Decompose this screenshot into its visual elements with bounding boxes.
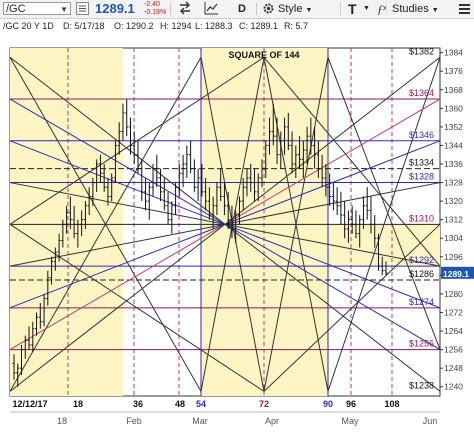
grid-menu-icon[interactable] — [76, 2, 89, 20]
price-level-label: $1328 — [409, 172, 434, 182]
bar-low: L: 1288.3 — [195, 21, 233, 31]
chevron-down-icon: ▼ — [431, 7, 439, 14]
chevron-down-icon[interactable]: ▼ — [363, 0, 370, 18]
studies-button[interactable]: Studies ▼ — [392, 0, 439, 18]
divider — [256, 3, 257, 15]
bar-count-label: 48 — [175, 399, 185, 409]
price-level-label: $1364 — [409, 88, 434, 98]
y-tick-label: 1264 — [444, 326, 463, 336]
chevron-down-icon: ▼ — [305, 7, 313, 14]
price-level-label: $1346 — [409, 130, 434, 140]
divider — [170, 3, 171, 15]
y-tick-label: 1280 — [444, 289, 463, 299]
bar-count-label: 12/12/17 — [12, 399, 47, 409]
price-level-label: $1382 — [409, 46, 434, 56]
y-tick-label: 1328 — [444, 178, 463, 188]
bar-close: C: 1289.1 — [239, 21, 279, 31]
y-tick-label: 1360 — [444, 103, 463, 113]
text-tool-button[interactable]: T — [348, 0, 357, 18]
y-tick-label: 1376 — [444, 66, 463, 76]
chart-title: /GC 20 Y 1D — [3, 21, 54, 31]
chart-toolbar: /GC ▼ 1289.1 -2.40 -0.19% D Style ▼ T ▼ ƒx… — [0, 0, 474, 19]
more-icon[interactable] — [458, 2, 471, 20]
month-label: Apr — [265, 416, 279, 426]
chart-icon[interactable] — [204, 1, 219, 19]
price-level-label: $1238 — [409, 380, 434, 390]
price-level-label: $1286 — [409, 269, 434, 279]
y-tick-label: 1384 — [444, 48, 463, 58]
last-price: 1289.1 — [95, 1, 135, 16]
ohlc-info-bar: /GC 20 Y 1D D: 5/17/18 O: 1290.2 H: 1294… — [0, 19, 474, 33]
bar-date: D: 5/17/18 — [63, 21, 105, 31]
bar-count-label: 36 — [133, 399, 143, 409]
compare-icon[interactable] — [178, 1, 192, 19]
last-price-tag-label: 1289.1 — [443, 269, 469, 279]
y-tick-label: 1240 — [444, 382, 463, 392]
symbol-field[interactable]: /GC ▼ — [3, 2, 71, 15]
svg-text:x: x — [383, 5, 387, 12]
y-tick-label: 1272 — [444, 307, 463, 317]
style-button[interactable]: Style ▼ — [278, 0, 312, 18]
bar-count-label: 18 — [73, 399, 83, 409]
chart-canvas[interactable]: SQUARE OF 144 $1382 $1364 $1346 $1334 $1328 $1… — [0, 33, 474, 429]
y-tick-label: 1336 — [444, 159, 463, 169]
y-tick-label: 1256 — [444, 345, 463, 355]
divider — [340, 3, 341, 15]
price-change-pct: -0.19% — [144, 9, 167, 16]
studies-icon[interactable]: ƒx — [376, 2, 389, 20]
style-label: Style — [278, 3, 303, 15]
price-level-label: $1334 — [409, 158, 434, 168]
bar-count-label: 96 — [346, 399, 356, 409]
y-tick-label: 1312 — [444, 215, 463, 225]
y-tick-label: 1352 — [444, 122, 463, 132]
y-tick-label: 1304 — [444, 233, 463, 243]
y-tick-label: 1368 — [444, 85, 463, 95]
interval-button[interactable]: D — [238, 0, 246, 18]
studies-label: Studies — [392, 3, 429, 15]
month-label: Mar — [192, 416, 208, 426]
month-label: Jun — [423, 416, 438, 426]
square-title: SQUARE OF 144 — [228, 50, 299, 60]
bar-range: R: 5.7 — [284, 21, 309, 31]
style-gear-icon[interactable] — [262, 2, 275, 20]
y-tick-label: 1296 — [444, 252, 463, 262]
month-label: Feb — [126, 416, 142, 426]
price-change-abs: -2.40 — [144, 1, 160, 8]
price-chart[interactable]: SQUARE OF 144 $1382 $1364 $1346 $1334 $1328 $1… — [0, 33, 474, 429]
price-level-label: $1274 — [409, 297, 434, 307]
month-label: 18 — [57, 416, 67, 426]
y-tick-label: 1344 — [444, 140, 463, 150]
bar-count-label: 108 — [384, 399, 399, 409]
chevron-down-icon[interactable]: ▼ — [60, 3, 68, 16]
bar-count-label: 90 — [323, 399, 333, 409]
y-tick-label: 1248 — [444, 363, 463, 373]
price-level-label: $1256 — [409, 339, 434, 349]
month-label: May — [341, 416, 359, 426]
bar-open: O: 1290.2 — [114, 21, 154, 31]
y-tick-label: 1320 — [444, 196, 463, 206]
bar-count-label: 54 — [196, 399, 206, 409]
price-level-label: $1310 — [409, 213, 434, 223]
price-level-label: $1292 — [409, 255, 434, 265]
symbol-value: /GC — [6, 3, 26, 15]
bar-high: H: 1294 — [160, 21, 192, 31]
bar-count-label: 72 — [259, 399, 269, 409]
price-change: -2.40 -0.19% — [144, 1, 166, 19]
